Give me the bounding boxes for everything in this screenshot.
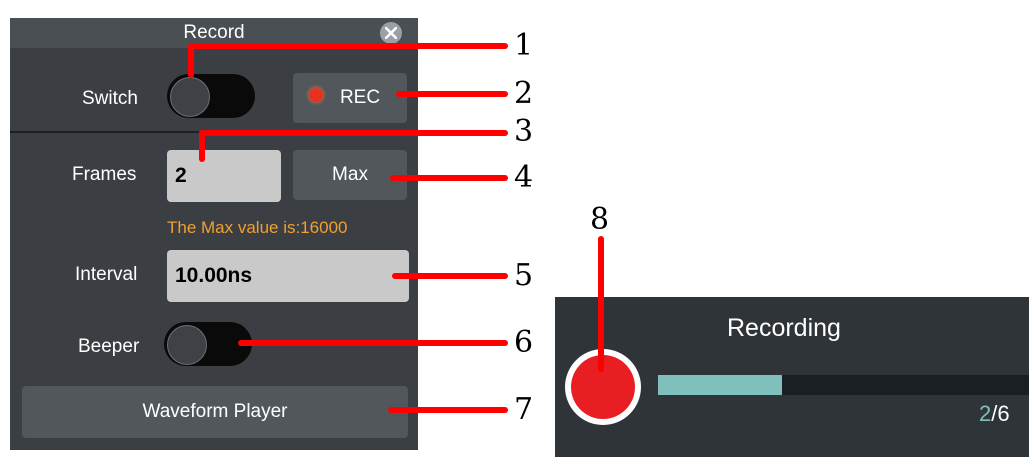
frames-label: Frames bbox=[72, 164, 137, 185]
close-button[interactable] bbox=[380, 22, 402, 44]
close-icon bbox=[385, 27, 397, 39]
callout-2-line bbox=[396, 91, 508, 97]
record-panel: Record Switch REC Frames 2 Max The Max v… bbox=[10, 18, 418, 450]
rec-button-label: REC bbox=[339, 87, 381, 108]
callout-3-line bbox=[199, 130, 508, 136]
callout-5-number: 5 bbox=[514, 258, 534, 293]
callout-1-stem bbox=[188, 46, 194, 78]
recording-progress-bar bbox=[658, 375, 1029, 395]
max-value-hint: The Max value is:16000 bbox=[167, 218, 348, 237]
callout-5-line bbox=[392, 273, 508, 279]
switch-toggle[interactable] bbox=[167, 74, 255, 118]
rec-button[interactable]: REC bbox=[293, 73, 407, 123]
beeper-label: Beeper bbox=[78, 336, 140, 357]
callout-6-number: 6 bbox=[514, 325, 534, 360]
recording-progress-fill bbox=[658, 375, 782, 395]
progress-total: 6 bbox=[997, 401, 1010, 426]
recording-panel: Recording 2/6 bbox=[555, 297, 1029, 457]
callout-2-number: 2 bbox=[514, 76, 534, 111]
frames-input[interactable]: 2 bbox=[167, 150, 281, 202]
recording-title: Recording bbox=[727, 314, 841, 342]
interval-label: Interval bbox=[75, 264, 138, 285]
panel-title: Record bbox=[183, 22, 245, 43]
callout-7-line bbox=[388, 407, 508, 413]
interval-input[interactable]: 10.00ns bbox=[167, 250, 409, 302]
toggle-knob bbox=[167, 325, 207, 365]
callout-7-number: 7 bbox=[514, 392, 534, 427]
toggle-knob bbox=[170, 77, 210, 117]
rec-indicator-icon bbox=[309, 88, 323, 102]
callout-4-line bbox=[390, 175, 508, 181]
callout-4-number: 4 bbox=[514, 160, 534, 195]
recording-progress-count: 2/6 bbox=[979, 401, 1010, 427]
callout-3-number: 3 bbox=[514, 114, 534, 149]
callout-1-number: 1 bbox=[514, 28, 534, 63]
callout-6-line bbox=[238, 340, 508, 346]
progress-current: 2 bbox=[979, 401, 992, 426]
waveform-player-button[interactable]: Waveform Player bbox=[22, 386, 408, 438]
callout-1-line bbox=[188, 43, 508, 49]
callout-8-number: 8 bbox=[590, 202, 610, 237]
switch-label: Switch bbox=[82, 88, 138, 109]
callout-8-stem bbox=[598, 236, 604, 372]
